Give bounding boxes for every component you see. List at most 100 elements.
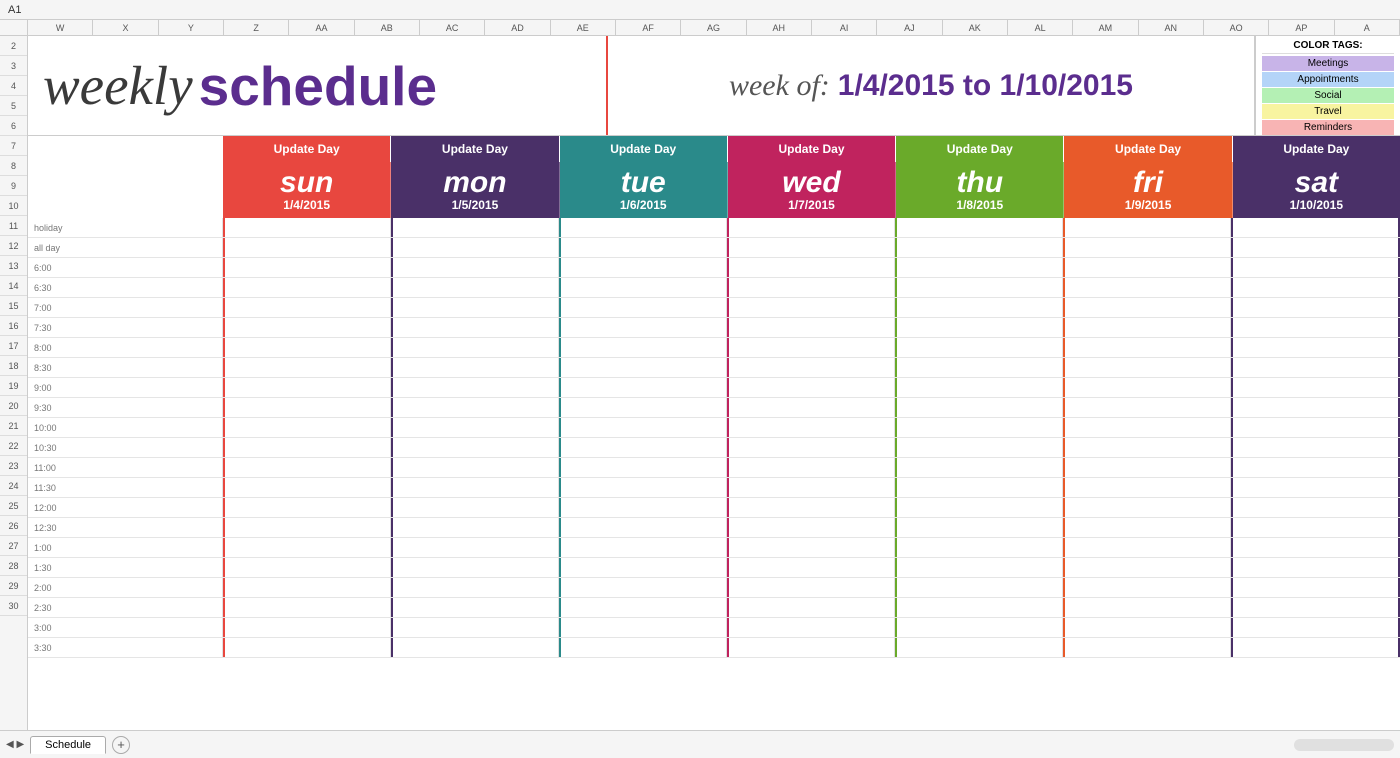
add-sheet-button[interactable]: + xyxy=(112,736,130,754)
time-cell-wed-1000[interactable] xyxy=(727,418,895,437)
time-cell-mon-130[interactable] xyxy=(391,558,559,577)
time-cell-fri-1030[interactable] xyxy=(1063,438,1231,457)
time-cell-wed-1030[interactable] xyxy=(727,438,895,457)
time-cell-tue-900[interactable] xyxy=(559,378,727,397)
time-cell-mon-930[interactable] xyxy=(391,398,559,417)
time-cell-wed-830[interactable] xyxy=(727,358,895,377)
time-cell-sun-1200[interactable] xyxy=(223,498,391,517)
time-cell-fri-230[interactable] xyxy=(1063,598,1231,617)
time-cell-wed-730[interactable] xyxy=(727,318,895,337)
time-cell-wed-900[interactable] xyxy=(727,378,895,397)
time-cell-thu-130[interactable] xyxy=(895,558,1063,577)
update-day-wed[interactable]: Update Day xyxy=(728,136,896,162)
time-cell-tue-1000[interactable] xyxy=(559,418,727,437)
time-cell-sun-330[interactable] xyxy=(223,638,391,657)
time-cell-mon-730[interactable] xyxy=(391,318,559,337)
time-cell-wed-930[interactable] xyxy=(727,398,895,417)
time-cell-wed-1200[interactable] xyxy=(727,498,895,517)
time-cell-mon-1000[interactable] xyxy=(391,418,559,437)
time-cell-thu-1030[interactable] xyxy=(895,438,1063,457)
update-day-sun[interactable]: Update Day xyxy=(223,136,391,162)
scroll-bar-indicator[interactable] xyxy=(1294,739,1394,751)
time-cell-mon-1130[interactable] xyxy=(391,478,559,497)
time-cell-sun-630[interactable] xyxy=(223,278,391,297)
time-cell-sat-1000[interactable] xyxy=(1231,418,1400,437)
time-cell-tue-630[interactable] xyxy=(559,278,727,297)
time-cell-wed-1130[interactable] xyxy=(727,478,895,497)
time-cell-tue-830[interactable] xyxy=(559,358,727,377)
time-cell-sat-700[interactable] xyxy=(1231,298,1400,317)
time-cell-wed-100[interactable] xyxy=(727,538,895,557)
time-cell-sun-1230[interactable] xyxy=(223,518,391,537)
time-cell-sun-200[interactable] xyxy=(223,578,391,597)
time-cell-thu-330[interactable] xyxy=(895,638,1063,657)
time-cell-sun-holiday[interactable] xyxy=(223,218,391,237)
time-cell-tue-800[interactable] xyxy=(559,338,727,357)
time-cell-sun-830[interactable] xyxy=(223,358,391,377)
time-cell-sat-100[interactable] xyxy=(1231,538,1400,557)
time-cell-fri-600[interactable] xyxy=(1063,258,1231,277)
time-cell-tue-1200[interactable] xyxy=(559,498,727,517)
time-cell-wed-200[interactable] xyxy=(727,578,895,597)
time-cell-tue-1230[interactable] xyxy=(559,518,727,537)
time-cell-tue-330[interactable] xyxy=(559,638,727,657)
time-cell-mon-600[interactable] xyxy=(391,258,559,277)
time-cell-fri-930[interactable] xyxy=(1063,398,1231,417)
time-cell-sun-100[interactable] xyxy=(223,538,391,557)
update-day-fri[interactable]: Update Day xyxy=(1064,136,1232,162)
scroll-arrows[interactable]: ◀ ▶ xyxy=(6,739,24,750)
time-cell-sun-700[interactable] xyxy=(223,298,391,317)
time-cell-sat-300[interactable] xyxy=(1231,618,1400,637)
update-day-tue[interactable]: Update Day xyxy=(560,136,728,162)
time-cell-tue-730[interactable] xyxy=(559,318,727,337)
time-cell-thu-700[interactable] xyxy=(895,298,1063,317)
time-cell-wed-1100[interactable] xyxy=(727,458,895,477)
time-cell-sat-1130[interactable] xyxy=(1231,478,1400,497)
time-cell-sat-1030[interactable] xyxy=(1231,438,1400,457)
time-cell-sun-730[interactable] xyxy=(223,318,391,337)
time-cell-wed-holiday[interactable] xyxy=(727,218,895,237)
time-cell-tue-930[interactable] xyxy=(559,398,727,417)
time-cell-sun-1130[interactable] xyxy=(223,478,391,497)
time-cell-tue-300[interactable] xyxy=(559,618,727,637)
schedule-sheet-tab[interactable]: Schedule xyxy=(30,736,106,754)
time-cell-sat-930[interactable] xyxy=(1231,398,1400,417)
time-cell-sat-holiday[interactable] xyxy=(1231,218,1400,237)
time-cell-sat-allday[interactable] xyxy=(1231,238,1400,257)
time-cell-thu-830[interactable] xyxy=(895,358,1063,377)
time-cell-mon-830[interactable] xyxy=(391,358,559,377)
time-cell-wed-700[interactable] xyxy=(727,298,895,317)
time-cell-wed-1230[interactable] xyxy=(727,518,895,537)
time-cell-sun-allday[interactable] xyxy=(223,238,391,257)
time-cell-tue-1030[interactable] xyxy=(559,438,727,457)
time-cell-thu-230[interactable] xyxy=(895,598,1063,617)
time-cell-thu-holiday[interactable] xyxy=(895,218,1063,237)
time-cell-mon-230[interactable] xyxy=(391,598,559,617)
time-cell-mon-allday[interactable] xyxy=(391,238,559,257)
time-cell-sun-1000[interactable] xyxy=(223,418,391,437)
time-cell-sun-1100[interactable] xyxy=(223,458,391,477)
time-cell-thu-1200[interactable] xyxy=(895,498,1063,517)
time-cell-thu-200[interactable] xyxy=(895,578,1063,597)
time-cell-thu-800[interactable] xyxy=(895,338,1063,357)
time-cell-sat-600[interactable] xyxy=(1231,258,1400,277)
time-cell-thu-730[interactable] xyxy=(895,318,1063,337)
time-cell-tue-1130[interactable] xyxy=(559,478,727,497)
time-cell-fri-330[interactable] xyxy=(1063,638,1231,657)
time-cell-fri-900[interactable] xyxy=(1063,378,1231,397)
time-cell-tue-130[interactable] xyxy=(559,558,727,577)
time-cell-thu-1100[interactable] xyxy=(895,458,1063,477)
update-day-mon[interactable]: Update Day xyxy=(391,136,559,162)
time-cell-sat-130[interactable] xyxy=(1231,558,1400,577)
time-cell-mon-1030[interactable] xyxy=(391,438,559,457)
time-cell-wed-600[interactable] xyxy=(727,258,895,277)
time-cell-thu-300[interactable] xyxy=(895,618,1063,637)
time-cell-wed-330[interactable] xyxy=(727,638,895,657)
time-cell-wed-130[interactable] xyxy=(727,558,895,577)
time-cell-sun-300[interactable] xyxy=(223,618,391,637)
time-cell-sun-800[interactable] xyxy=(223,338,391,357)
time-cell-mon-800[interactable] xyxy=(391,338,559,357)
update-day-thu[interactable]: Update Day xyxy=(896,136,1064,162)
time-cell-tue-600[interactable] xyxy=(559,258,727,277)
time-cell-sun-600[interactable] xyxy=(223,258,391,277)
